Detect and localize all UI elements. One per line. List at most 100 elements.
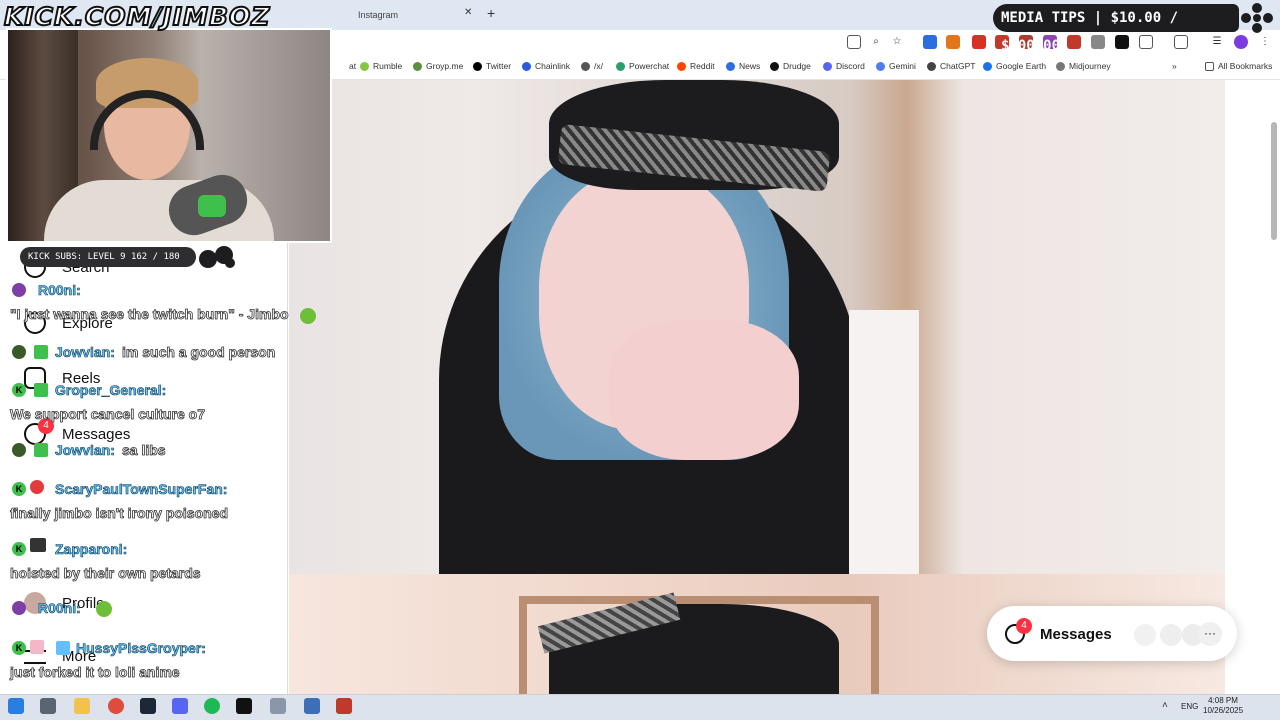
- bookmark-favicon-icon: [360, 61, 369, 71]
- bookmark-label: at: [349, 61, 357, 71]
- tab-instagram[interactable]: Instagram: [340, 4, 480, 26]
- messages-badge: 4: [1016, 618, 1032, 634]
- all-bookmarks-label: All Bookmarks: [1218, 61, 1273, 71]
- bookmark-item[interactable]: ChatGPT: [927, 61, 975, 71]
- folder-icon: [1205, 61, 1214, 71]
- bookmark-favicon-icon: [927, 61, 936, 71]
- app-icon[interactable]: [304, 698, 320, 714]
- bookmark-label: Google Earth: [996, 61, 1047, 71]
- discord-icon[interactable]: [172, 698, 188, 714]
- new-tab-button[interactable]: +: [487, 5, 495, 21]
- x-icon[interactable]: [1115, 35, 1129, 49]
- steam-icon[interactable]: [140, 698, 156, 714]
- bookmark-label: Chainlink: [535, 61, 570, 71]
- bookmark-favicon-icon: [770, 61, 779, 71]
- chat-username: Jowvian:: [55, 344, 116, 361]
- tab-title: Instagram: [358, 10, 399, 20]
- metamask-icon[interactable]: [946, 35, 960, 49]
- bookmark-item[interactable]: Reddit: [677, 61, 715, 71]
- app-icon[interactable]: [270, 698, 286, 714]
- bookmark-item[interactable]: Twitter: [473, 61, 511, 71]
- channel-url-overlay: KICK.COM/JIMBOZ: [3, 1, 271, 32]
- task-view-icon[interactable]: [40, 698, 56, 714]
- chat-badge: [30, 640, 44, 654]
- chevron-more-icon: »: [1172, 61, 1177, 71]
- bookmark-label: Gemini: [889, 61, 916, 71]
- spotify-icon[interactable]: [204, 698, 220, 714]
- bookmark-item[interactable]: /x/: [581, 61, 603, 71]
- tray-clock[interactable]: 4:08 PM 10/26/2025: [1203, 696, 1243, 716]
- tray-chevron-icon[interactable]: ˄: [1162, 700, 1168, 711]
- sidebar-icon[interactable]: [1174, 35, 1188, 49]
- tab-close-button[interactable]: ✕: [464, 7, 472, 18]
- chat-badge: [34, 345, 48, 359]
- bookmark-item[interactable]: at: [336, 61, 356, 71]
- chat-username: R00ni:: [38, 600, 81, 617]
- downloads-icon[interactable]: ☰: [1210, 35, 1224, 49]
- post-image-1[interactable]: [289, 80, 1225, 574]
- bookmark-favicon-icon: [413, 61, 422, 71]
- chat-username: R00ni:: [38, 282, 81, 299]
- bookmark-label: Twitter: [486, 61, 512, 71]
- chat-badge: [12, 443, 26, 457]
- emote-icon: [96, 601, 112, 617]
- bookmark-label: Drudge: [783, 61, 811, 71]
- avatar: [1134, 624, 1156, 646]
- bookmark-item[interactable]: Chainlink: [522, 61, 570, 71]
- heart-badge-icon: [30, 480, 44, 494]
- extension-icon[interactable]: [972, 35, 986, 49]
- sword-badge-icon: [56, 641, 70, 655]
- bookmark-item[interactable]: Discord: [823, 61, 865, 71]
- chat-message: We support cancel culture o7: [10, 406, 206, 423]
- zoom-icon[interactable]: ⌕: [869, 35, 883, 49]
- extension-icon[interactable]: [923, 35, 937, 49]
- bookmark-item[interactable]: Gemini: [876, 61, 916, 71]
- bookmark-favicon-icon: [677, 61, 686, 71]
- puzzle-icon[interactable]: [1139, 35, 1153, 49]
- bookmark-favicon-icon: [983, 61, 992, 71]
- chat-badge: [34, 383, 48, 397]
- bookmark-item[interactable]: Rumble: [360, 61, 402, 71]
- chat-message: im such a good person: [122, 344, 276, 361]
- bookmark-item[interactable]: Drudge: [770, 61, 811, 71]
- kebab-menu-icon[interactable]: ⋮: [1258, 35, 1272, 49]
- windows-start-icon[interactable]: [8, 698, 24, 714]
- chat-message: hoisted by their own petards: [10, 565, 201, 582]
- bookmarks-more-button[interactable]: »: [1172, 61, 1177, 71]
- star-icon[interactable]: ☆: [890, 35, 904, 49]
- chat-badge: [12, 283, 26, 297]
- obs-icon[interactable]: [236, 698, 252, 714]
- bookmark-favicon-icon: [336, 61, 345, 71]
- tray-language[interactable]: ENG: [1181, 702, 1198, 711]
- bookmark-favicon-icon: [726, 61, 735, 71]
- app-icon[interactable]: [336, 698, 352, 714]
- bookmark-favicon-icon: [616, 61, 625, 71]
- chat-badge: [12, 345, 26, 359]
- subs-progress-overlay: KICK SUBS: LEVEL 9 162 / 180: [20, 247, 196, 267]
- bookmark-item[interactable]: Groyp.me: [413, 61, 463, 71]
- extension-icon[interactable]: [1067, 35, 1081, 49]
- bookmark-favicon-icon: [473, 61, 482, 71]
- bookmark-label: Discord: [836, 61, 865, 71]
- bookmark-label: Powerchat: [629, 61, 670, 71]
- emote-icon: [300, 308, 316, 324]
- bookmark-item[interactable]: News: [726, 61, 760, 71]
- chrome-icon[interactable]: [108, 698, 124, 714]
- tray-time: 4:08 PM: [1208, 696, 1238, 705]
- install-icon[interactable]: [847, 35, 861, 49]
- kick-badge-icon: K: [12, 542, 26, 556]
- all-bookmarks-button[interactable]: All Bookmarks: [1205, 61, 1272, 71]
- bookmark-label: Groyp.me: [426, 61, 464, 71]
- bookmark-item[interactable]: Google Earth: [983, 61, 1046, 71]
- chat-username: Jowvian:: [55, 442, 116, 459]
- bookmark-item[interactable]: Midjourney: [1056, 61, 1111, 71]
- profile-avatar-icon[interactable]: [1234, 35, 1248, 49]
- more-options-icon[interactable]: ···: [1198, 622, 1222, 646]
- windows-taskbar: [0, 694, 1280, 720]
- scrollbar-thumb[interactable]: [1271, 122, 1277, 240]
- chat-username: Groper_General:: [55, 382, 167, 399]
- extension-icon[interactable]: [1091, 35, 1105, 49]
- file-explorer-icon[interactable]: [74, 698, 90, 714]
- bookmark-item[interactable]: Powerchat: [616, 61, 669, 71]
- chat-message: sa libs: [122, 442, 166, 459]
